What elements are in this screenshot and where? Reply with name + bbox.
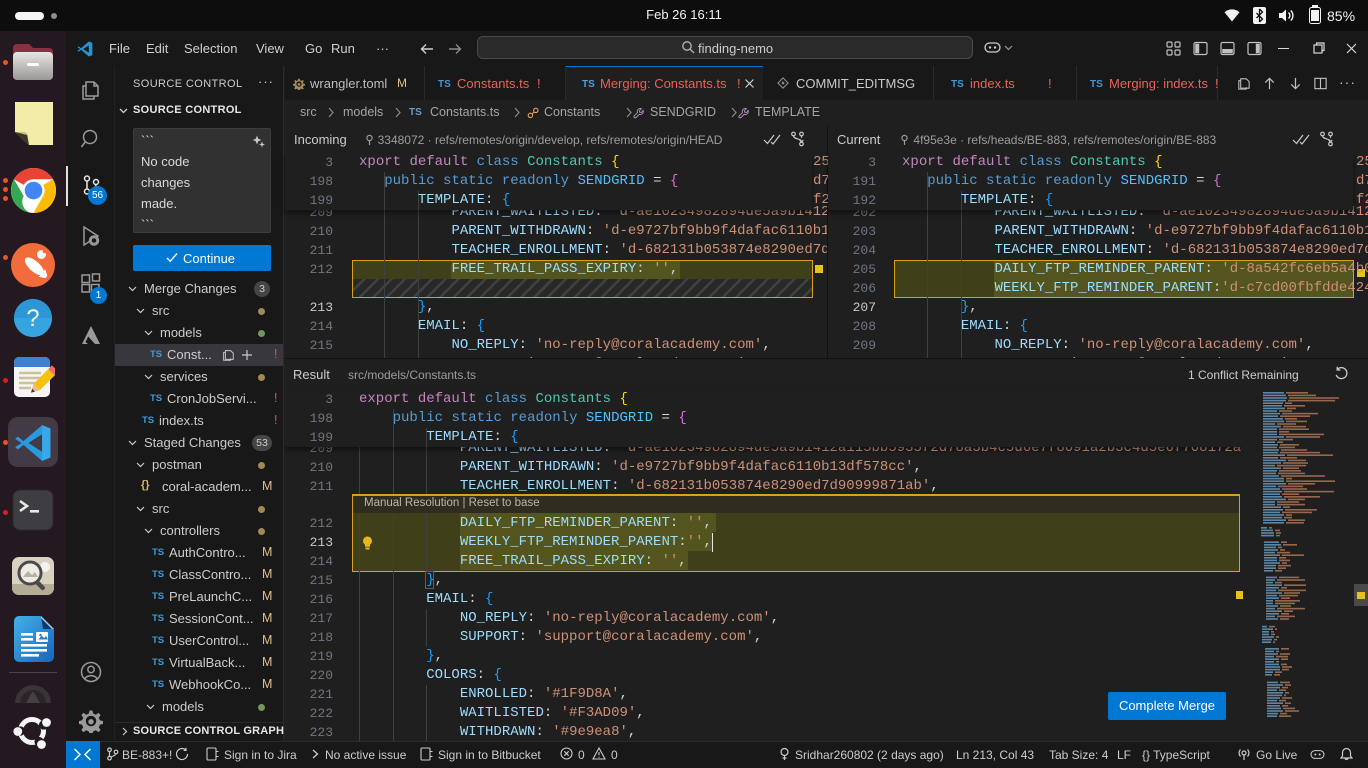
svg-text:?: ? [26, 306, 39, 332]
